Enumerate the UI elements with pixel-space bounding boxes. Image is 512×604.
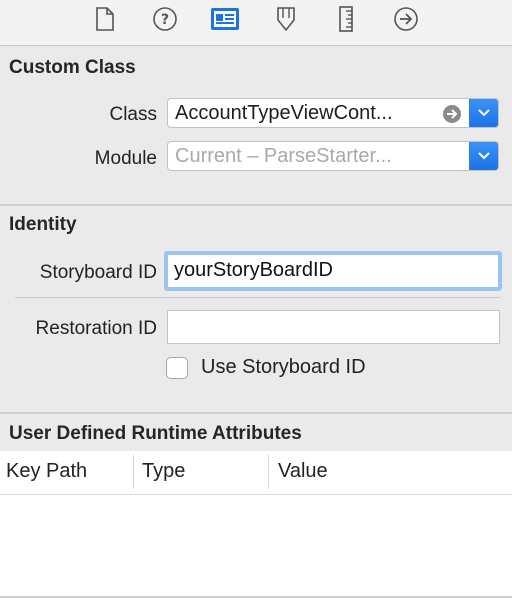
column-header-type[interactable]: Type <box>142 451 185 491</box>
storyboard-id-label: Storyboard ID <box>39 262 157 283</box>
go-to-class-icon[interactable] <box>442 104 462 124</box>
restoration-id-field[interactable] <box>167 310 500 344</box>
use-storyboard-id-label[interactable]: Use Storyboard ID <box>201 356 366 379</box>
module-dropdown-button[interactable] <box>469 142 498 170</box>
quick-help-tab[interactable]: ? <box>150 5 180 33</box>
identity-inspector-tab[interactable] <box>210 5 240 33</box>
help-icon: ? <box>153 7 177 31</box>
runtime-attributes-table[interactable]: Key Path Type Value <box>0 451 512 604</box>
size-inspector-icon <box>339 6 353 32</box>
module-placeholder[interactable]: Current – ParseStarter... <box>175 145 392 168</box>
identity-title: Identity <box>9 214 77 235</box>
column-separator <box>268 455 269 489</box>
class-dropdown-button[interactable] <box>469 99 498 127</box>
inspector-toolbar: ? <box>0 0 512 46</box>
storyboard-id-value[interactable]: yourStoryBoardID <box>174 259 333 282</box>
runtime-attributes-title: User Defined Runtime Attributes <box>9 423 302 444</box>
restoration-id-label: Restoration ID <box>35 318 157 339</box>
column-header-value[interactable]: Value <box>278 451 328 491</box>
storyboard-id-field[interactable]: yourStoryBoardID <box>164 251 502 291</box>
section-divider <box>0 412 512 414</box>
section-divider <box>0 204 512 206</box>
svg-text:?: ? <box>161 12 169 28</box>
file-icon <box>96 7 114 31</box>
module-label: Module <box>94 148 157 169</box>
chevron-down-icon <box>478 109 490 117</box>
custom-class-title: Custom Class <box>9 57 136 78</box>
attributes-inspector-icon <box>277 7 295 32</box>
connections-inspector-icon <box>394 7 418 31</box>
identity-inspector-icon <box>211 8 239 30</box>
column-separator <box>133 455 134 489</box>
table-bottom-border <box>0 596 512 598</box>
identity-separator <box>15 297 500 298</box>
size-inspector-tab[interactable] <box>331 5 361 33</box>
class-value[interactable]: AccountTypeViewCont... <box>175 102 393 125</box>
module-combo-box[interactable]: Current – ParseStarter... <box>167 141 499 171</box>
attributes-inspector-tab[interactable] <box>271 5 301 33</box>
use-storyboard-id-checkbox[interactable] <box>166 357 188 379</box>
file-inspector-tab[interactable] <box>90 5 120 33</box>
class-combo-box[interactable]: AccountTypeViewCont... <box>167 98 499 128</box>
connections-inspector-tab[interactable] <box>391 5 421 33</box>
table-header: Key Path Type Value <box>0 451 512 495</box>
column-header-key-path[interactable]: Key Path <box>6 451 87 491</box>
class-label: Class <box>109 104 157 125</box>
chevron-down-icon <box>478 152 490 160</box>
